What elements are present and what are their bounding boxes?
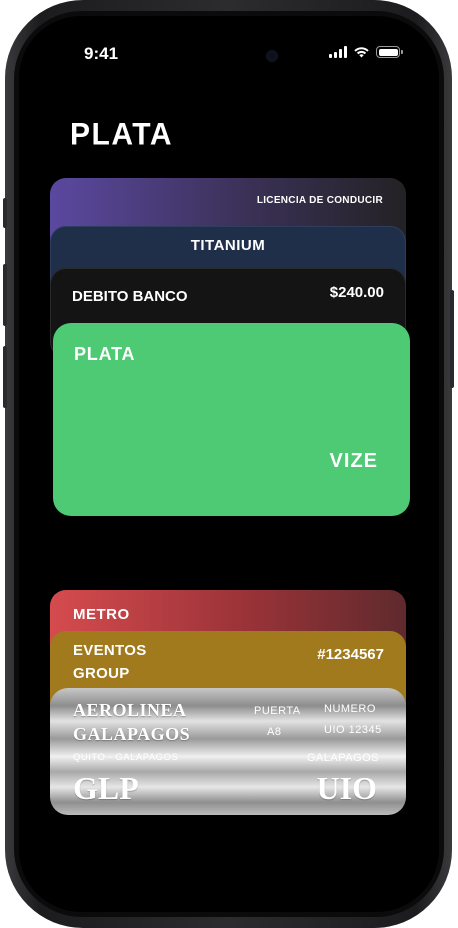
card-debito-amount: $240.00 [329,284,384,301]
boarding-route: QUITO - GALAPAGOS [73,752,179,763]
camera-icon [266,50,278,62]
page-title: PLATA [70,117,174,152]
side-button-power [450,290,454,388]
boarding-airline-line2: GALAPAGOS [73,724,191,744]
card-debito-label: DEBITO BANCO [72,288,188,305]
boarding-destination-label: GALAPAGOS [306,752,379,764]
boarding-gate-label: PUERTA [254,705,301,717]
status-time: 9:41 [84,44,119,63]
card-plata[interactable]: PLATA VIZE [53,323,410,516]
side-button-action [3,198,7,228]
side-button-volume-up [3,264,7,326]
card-eventos-line1: EVENTOS [73,642,147,659]
card-aerolinea-galapagos[interactable]: AEROLINEA GALAPAGOS PUERTA A8 NUMERO UIO… [50,688,406,815]
card-plata-brand: VIZE [329,450,378,472]
boarding-gate-value: A8 [267,726,282,738]
boarding-destination-code: UIO [316,770,377,806]
card-eventos-number: #1234567 [317,646,384,663]
battery-icon [376,46,403,58]
boarding-number-value: UIO 12345 [324,724,382,736]
side-button-volume-down [3,346,7,408]
card-plata-name: PLATA [74,344,136,364]
boarding-airline-line1: AEROLINEA [73,700,187,720]
cellular-signal-icon [329,46,347,58]
boarding-origin-code: GLP [73,770,139,806]
card-metro-label: METRO [73,606,130,623]
card-titanium-label: TITANIUM [190,237,266,254]
status-icons [329,46,403,58]
wifi-icon [354,47,369,58]
card-eventos-line2: GROUP [73,665,130,682]
card-licencia-label: LICENCIA DE CONDUCIR [256,195,383,206]
boarding-number-label: NUMERO [324,703,376,715]
